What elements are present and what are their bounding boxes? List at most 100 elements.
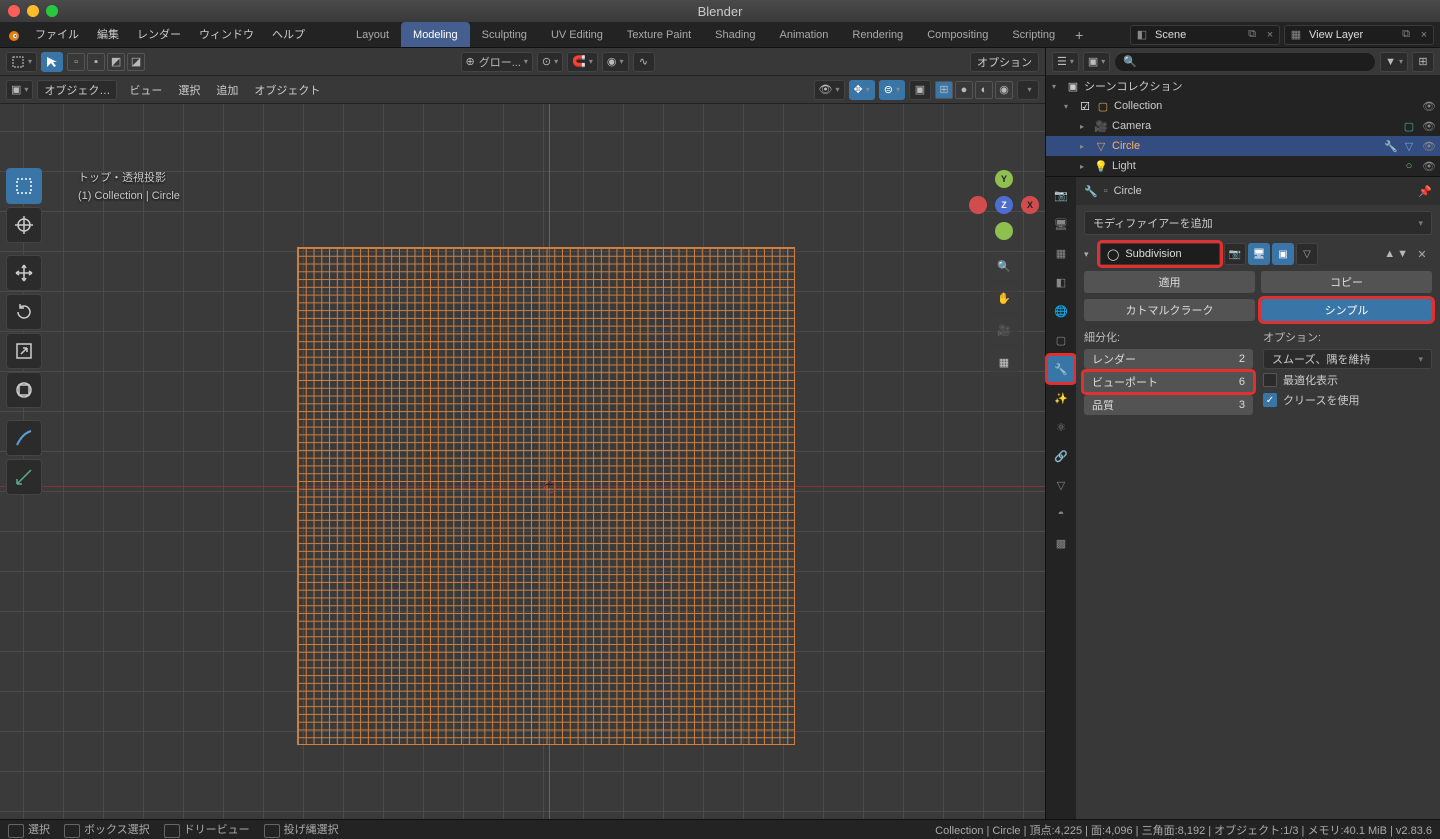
visibility-toggle-icon[interactable]: 👁 (1418, 140, 1440, 153)
tool-select-box[interactable] (6, 168, 42, 204)
workspace-tab-compositing[interactable]: Compositing (915, 22, 1000, 47)
tool-move[interactable] (6, 255, 42, 291)
workspace-tab-rendering[interactable]: Rendering (840, 22, 915, 47)
visibility-toggle-icon[interactable]: 👁 (1418, 160, 1440, 173)
modifier-show-render-icon[interactable]: 📷 (1224, 243, 1246, 265)
visibility-dropdown[interactable]: 👁 (814, 80, 845, 100)
zoom-icon[interactable]: 🔍 (990, 252, 1018, 280)
optimal-display-checkbox[interactable]: 最適化表示 (1263, 372, 1432, 388)
navigation-gizmo[interactable]: Y Z X (969, 170, 1039, 240)
pan-icon[interactable]: ✋ (990, 284, 1018, 312)
add-modifier-dropdown[interactable]: モディファイアーを追加 (1084, 211, 1432, 235)
outliner-scene-collection[interactable]: ▾▣ シーンコレクション (1046, 76, 1440, 96)
modifier-show-cage-icon[interactable]: ▽ (1296, 243, 1318, 265)
workspace-tab-shading[interactable]: Shading (703, 22, 767, 47)
properties-tab-scene[interactable]: ◧ (1047, 268, 1075, 296)
scene-close-button[interactable]: × (1261, 29, 1279, 41)
outliner-new-collection[interactable]: ⊞ (1412, 52, 1434, 72)
window-close-button[interactable] (8, 5, 20, 17)
properties-tab-object[interactable]: ▢ (1047, 326, 1075, 354)
outliner-display-mode[interactable]: ▣ (1083, 52, 1110, 72)
viewport-menu-ビュー[interactable]: ビュー (121, 82, 170, 98)
3d-viewport[interactable]: トップ・透視投影 (1) Collection | Circle Y (0, 104, 1045, 819)
modifier-collapse-toggle[interactable]: ▾ (1084, 249, 1096, 260)
subdiv-type-catmull[interactable]: カトマルクラーク (1084, 299, 1255, 321)
properties-tab-viewlayer[interactable]: ▦ (1047, 239, 1075, 267)
tool-scale[interactable] (6, 333, 42, 369)
xray-toggle[interactable]: ▣ (909, 80, 931, 100)
outliner-item-light[interactable]: ▸💡 Light ○ 👁 (1046, 156, 1440, 176)
properties-tab-modifiers[interactable]: 🔧 (1047, 355, 1075, 383)
properties-tab-particles[interactable]: ✨ (1047, 384, 1075, 412)
select-mode-new[interactable] (41, 52, 63, 72)
editor-type-dropdown[interactable]: ▣ (6, 80, 33, 100)
axis-y-neg[interactable] (995, 222, 1013, 240)
modifier-show-editmode-icon[interactable]: ▣ (1272, 243, 1294, 265)
workspace-tab-layout[interactable]: Layout (344, 22, 401, 47)
tool-transform[interactable] (6, 372, 42, 408)
shading-rendered[interactable]: ◉ (995, 81, 1013, 99)
snap-dropdown[interactable]: 🧲 (567, 52, 598, 72)
properties-tab-physics[interactable]: ⚛ (1047, 413, 1075, 441)
axis-x-pos[interactable]: X (1021, 196, 1039, 214)
workspace-tab-texture-paint[interactable]: Texture Paint (615, 22, 703, 47)
modifier-show-viewport-icon[interactable]: 🖥 (1248, 243, 1270, 265)
outliner-editor-type[interactable]: ☰ (1052, 52, 1079, 72)
visibility-toggle-icon[interactable]: 👁 (1418, 100, 1440, 113)
menu-ファイル[interactable]: ファイル (26, 22, 88, 48)
scene-browse-button[interactable]: ⧉ (1243, 28, 1261, 41)
shading-solid[interactable]: ● (955, 81, 973, 99)
properties-tab-constraints[interactable]: 🔗 (1047, 442, 1075, 470)
view-layer-close-button[interactable]: × (1415, 29, 1433, 41)
proportional-edit-dropdown[interactable]: ◉ (602, 52, 629, 72)
subdiv-type-simple[interactable]: シンプル (1261, 299, 1432, 321)
breadcrumb-object[interactable]: Circle (1114, 185, 1142, 197)
menu-ウィンドウ[interactable]: ウィンドウ (190, 22, 263, 48)
gizmo-toggle[interactable]: ✥ (849, 80, 875, 100)
properties-tab-texture[interactable]: ▩ (1047, 529, 1075, 557)
viewport-levels-field[interactable]: ビューポート 6 (1084, 372, 1253, 392)
select-subtract-icon[interactable]: ▪ (87, 53, 105, 71)
workspace-add-button[interactable]: + (1067, 22, 1091, 47)
properties-tab-output[interactable]: 🖥 (1047, 210, 1075, 238)
mode-dropdown[interactable]: オブジェク… (37, 80, 117, 100)
options-dropdown[interactable]: オプション (970, 52, 1039, 72)
menu-編集[interactable]: 編集 (88, 22, 128, 48)
viewport-menu-追加[interactable]: 追加 (208, 82, 246, 98)
viewport-menu-選択[interactable]: 選択 (170, 82, 208, 98)
modifier-apply-button[interactable]: 適用 (1084, 271, 1255, 293)
proportional-curve-icon[interactable]: ∿ (633, 52, 655, 72)
outliner-tree[interactable]: ▾▣ シーンコレクション ▾☑▢ Collection 👁 ▸🎥 Camera … (1046, 76, 1440, 176)
modifier-delete-button[interactable]: ✕ (1412, 248, 1432, 261)
tool-annotate[interactable] (6, 420, 42, 456)
workspace-tab-sculpting[interactable]: Sculpting (470, 22, 539, 47)
transform-orientation-dropdown[interactable]: ⊕グロー... (461, 52, 533, 72)
properties-tab-material[interactable]: ◓ (1047, 500, 1075, 528)
scene-selector[interactable]: ◧ Scene ⧉ × (1130, 25, 1280, 45)
view-layer-browse-button[interactable]: ⧉ (1397, 28, 1415, 41)
properties-tab-data[interactable]: ▽ (1047, 471, 1075, 499)
shading-material[interactable]: ◐ (975, 81, 993, 99)
workspace-tab-modeling[interactable]: Modeling (401, 22, 470, 47)
select-extend-icon[interactable]: ▫ (67, 53, 85, 71)
window-zoom-button[interactable] (46, 5, 58, 17)
workspace-tab-scripting[interactable]: Scripting (1000, 22, 1067, 47)
camera-view-icon[interactable]: 🎥 (990, 316, 1018, 344)
outliner-filter-dropdown[interactable]: ▼ (1380, 52, 1408, 72)
modifier-name-field[interactable]: ◯ Subdivision (1100, 243, 1220, 265)
modifier-move-down[interactable]: ▼ (1397, 248, 1408, 260)
shading-wireframe[interactable]: ⊞ (935, 81, 953, 99)
select-tool-dropdown[interactable] (6, 52, 37, 72)
pivot-dropdown[interactable]: ⊙ (537, 52, 563, 72)
mesh-circle-subdivided[interactable] (297, 247, 795, 745)
window-minimize-button[interactable] (27, 5, 39, 17)
viewport-menu-オブジェクト[interactable]: オブジェクト (246, 82, 328, 98)
quality-field[interactable]: 品質 3 (1084, 395, 1253, 415)
tool-measure[interactable] (6, 459, 42, 495)
menu-ヘルプ[interactable]: ヘルプ (263, 22, 314, 48)
menu-レンダー[interactable]: レンダー (128, 22, 190, 48)
perspective-toggle-icon[interactable]: ▦ (990, 348, 1018, 376)
workspace-tab-animation[interactable]: Animation (768, 22, 841, 47)
properties-tab-world[interactable]: 🌐 (1047, 297, 1075, 325)
blender-logo-icon[interactable] (0, 22, 26, 47)
